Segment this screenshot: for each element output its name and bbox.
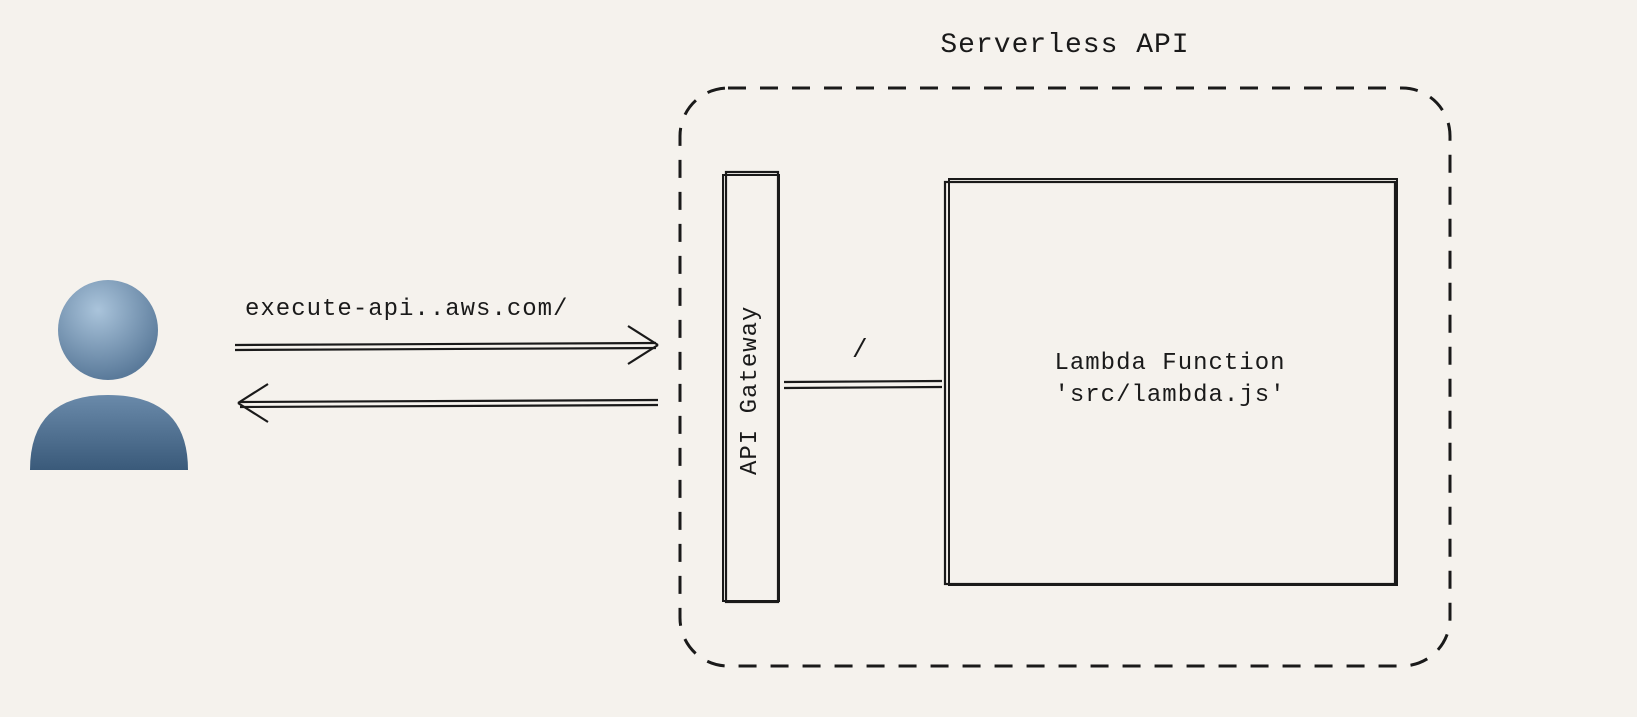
lambda-label: Lambda Function 'src/lambda.js' [945,348,1395,413]
request-url-label: execute-api..aws.com/ [245,296,568,323]
user-icon [30,280,188,470]
api-gateway-label: API Gateway [737,306,764,475]
request-arrow [235,326,658,364]
title-label: Serverless API [820,30,1310,61]
response-arrow [238,384,658,422]
lambda-label-line1: Lambda Function [945,348,1395,380]
lambda-label-line2: 'src/lambda.js' [945,380,1395,412]
route-label: / [852,335,868,365]
route-connector [784,381,942,388]
